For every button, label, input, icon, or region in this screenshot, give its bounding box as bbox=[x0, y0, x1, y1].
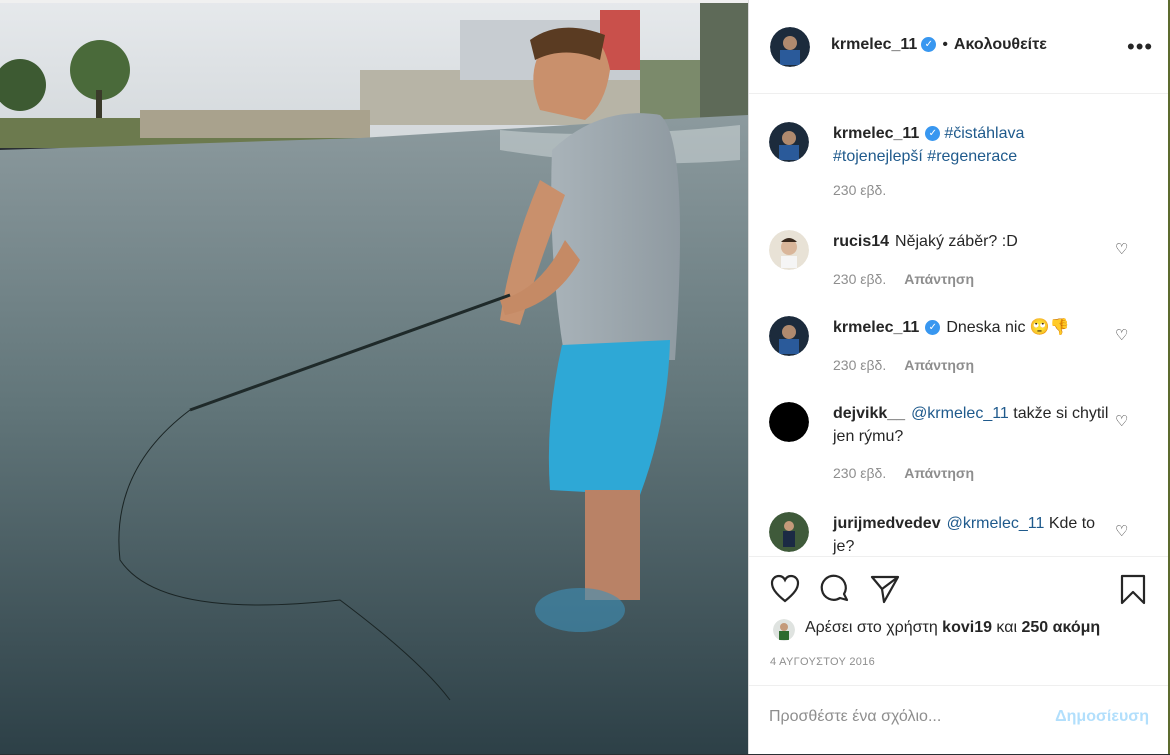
verified-icon: ✓ bbox=[921, 37, 937, 53]
author-username[interactable]: krmelec_11 bbox=[831, 36, 917, 53]
caption-avatar[interactable] bbox=[769, 122, 809, 162]
liker-username[interactable]: kovi19 bbox=[942, 619, 992, 636]
commenter-avatar[interactable] bbox=[769, 316, 809, 356]
likes-summary[interactable]: Αρέσει στο χρήστη kovi19 και 250 ακόμη bbox=[805, 619, 1100, 637]
comment-text: Nějaký záběr? :D bbox=[895, 233, 1018, 250]
comment-meta: 230 εβδ. Απάντηση bbox=[833, 357, 974, 373]
commenter-username[interactable]: dejvikk__ bbox=[833, 405, 905, 422]
comment-body: rucis14 Nějaký záběr? :D bbox=[833, 230, 1113, 253]
verified-icon: ✓ bbox=[925, 126, 941, 142]
comment-body: krmelec_11 ✓ Dneska nic 🙄👎 bbox=[833, 316, 1113, 339]
commenter-username[interactable]: jurijmedvedev bbox=[833, 515, 941, 532]
like-comment-icon[interactable]: ♡ bbox=[1115, 412, 1128, 430]
comment-text: Dneska nic 🙄👎 bbox=[946, 319, 1070, 336]
liker-avatar[interactable] bbox=[773, 619, 795, 641]
comment-input[interactable]: Προσθέστε ένα σχόλιο... bbox=[769, 708, 941, 726]
caption-time: 230 εβδ. bbox=[833, 182, 887, 198]
reply-button[interactable]: Απάντηση bbox=[904, 357, 974, 373]
post-side-panel: krmelec_11 ✓ • Ακολουθείτε ••• krmelec_11 ✓ #… bbox=[748, 0, 1169, 754]
comment-time: 230 εβδ. bbox=[833, 357, 887, 373]
reply-button[interactable]: Απάντηση bbox=[904, 465, 974, 481]
hashtag-link[interactable]: #tojenejlepší bbox=[833, 148, 923, 165]
photo-image bbox=[0, 0, 748, 754]
reply-button[interactable]: Απάντηση bbox=[904, 271, 974, 287]
commenter-username[interactable]: krmelec_11 bbox=[833, 319, 919, 336]
like-icon[interactable] bbox=[769, 573, 801, 605]
commenter-username[interactable]: rucis14 bbox=[833, 233, 889, 250]
likes-count[interactable]: 250 ακόμη bbox=[1021, 619, 1100, 636]
hashtag-link[interactable]: #regenerace bbox=[927, 148, 1017, 165]
post-header: krmelec_11 ✓ • Ακολουθείτε ••• bbox=[749, 0, 1169, 94]
comment-meta: 230 εβδ. Απάντηση bbox=[833, 465, 974, 481]
caption-body: krmelec_11 ✓ #čistáhlava #tojenejlepší #re… bbox=[833, 122, 1113, 168]
commenter-avatar[interactable] bbox=[769, 402, 809, 442]
comment-time: 230 εβδ. bbox=[833, 271, 887, 287]
comment-time: 230 εβδ. bbox=[833, 465, 887, 481]
likes-prefix: Αρέσει στο χρήστη bbox=[805, 619, 943, 636]
post-photo[interactable] bbox=[0, 0, 748, 754]
share-icon[interactable] bbox=[869, 573, 901, 605]
author-avatar[interactable] bbox=[770, 27, 810, 67]
post-date[interactable]: 4 ΑΥΓΟΥΣΤΟΥ 2016 bbox=[770, 656, 875, 668]
more-options-icon[interactable]: ••• bbox=[1127, 34, 1153, 60]
following-button[interactable]: Ακολουθείτε bbox=[954, 36, 1047, 53]
commenter-avatar[interactable] bbox=[769, 512, 809, 552]
author-line: krmelec_11 ✓ • Ακολουθείτε bbox=[831, 36, 1047, 54]
mention-link[interactable]: @krmelec_11 bbox=[947, 515, 1045, 532]
comment-body: jurijmedvedev @krmelec_11 Kde to je? bbox=[833, 512, 1113, 556]
comment-meta: 230 εβδ. Απάντηση bbox=[833, 271, 974, 287]
like-comment-icon[interactable]: ♡ bbox=[1115, 240, 1128, 258]
comments-list[interactable]: krmelec_11 ✓ #čistáhlava #tojenejlepší #re… bbox=[749, 94, 1169, 556]
comment-icon[interactable] bbox=[819, 573, 851, 605]
commenter-avatar[interactable] bbox=[769, 230, 809, 270]
verified-icon: ✓ bbox=[925, 320, 941, 336]
comment-body: dejvikk__ @krmelec_11 takže si chytil jen… bbox=[833, 402, 1113, 448]
caption-username[interactable]: krmelec_11 bbox=[833, 125, 919, 142]
separator-dot: • bbox=[942, 36, 948, 53]
mention-link[interactable]: @krmelec_11 bbox=[911, 405, 1009, 422]
like-comment-icon[interactable]: ♡ bbox=[1115, 326, 1128, 344]
like-comment-icon[interactable]: ♡ bbox=[1115, 522, 1128, 540]
post-comment-button[interactable]: Δημοσίευση bbox=[1055, 708, 1149, 726]
add-comment-bar: Προσθέστε ένα σχόλιο... Δημοσίευση bbox=[749, 685, 1169, 755]
save-bookmark-icon[interactable] bbox=[1117, 573, 1149, 605]
hashtag-link[interactable]: #čistáhlava bbox=[944, 125, 1024, 142]
likes-middle: και bbox=[991, 619, 1022, 636]
